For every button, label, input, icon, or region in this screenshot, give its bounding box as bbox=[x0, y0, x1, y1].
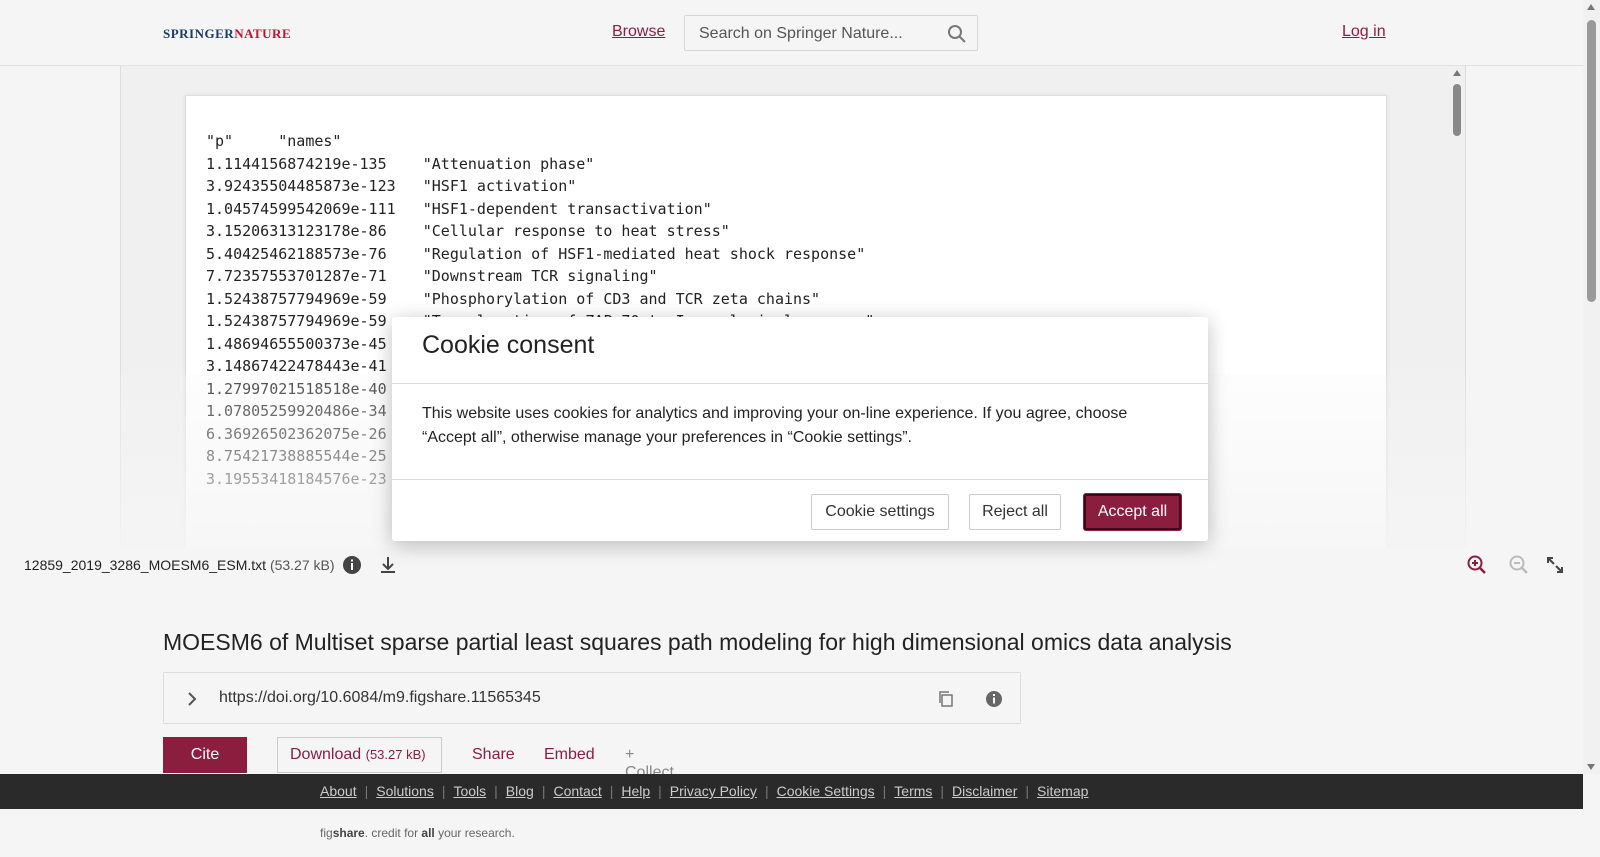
logo-nature: NATURE bbox=[234, 26, 292, 41]
login-link[interactable]: Log in bbox=[1342, 23, 1386, 41]
download-icon[interactable] bbox=[377, 554, 399, 576]
footer-separator: | bbox=[541, 783, 546, 799]
tag-end: your research. bbox=[434, 826, 515, 840]
file-name: 12859_2019_3286_MOESM6_ESM.txt (53.27 kB… bbox=[24, 557, 335, 573]
search-box[interactable]: Search on Springer Nature... bbox=[684, 15, 978, 51]
search-icon[interactable] bbox=[947, 24, 967, 44]
browse-link[interactable]: Browse bbox=[612, 23, 665, 41]
divider bbox=[392, 479, 1208, 480]
doi-link[interactable]: https://doi.org/10.6084/m9.figshare.1156… bbox=[219, 689, 541, 707]
tag-share: share bbox=[332, 826, 365, 840]
footer-separator: | bbox=[1025, 783, 1030, 799]
footer-separator: | bbox=[441, 783, 446, 799]
document-line: 5.40425462188573e-76 "Regulation of HSF1… bbox=[206, 244, 866, 263]
dialog-title: Cookie consent bbox=[422, 331, 595, 359]
divider bbox=[392, 383, 1208, 384]
document-line: 3.92435504485873e-123 "HSF1 activation" bbox=[206, 177, 577, 195]
file-bar: 12859_2019_3286_MOESM6_ESM.txt (53.27 kB… bbox=[0, 548, 1583, 582]
footer-link-contact[interactable]: Contact bbox=[553, 783, 601, 799]
document-line: 3.15206313123178e-86 "Cellular response … bbox=[206, 222, 730, 240]
footer-separator: | bbox=[609, 783, 614, 799]
zoom-in-icon[interactable] bbox=[1466, 554, 1488, 576]
footer-separator: | bbox=[658, 783, 662, 799]
footer-separator: | bbox=[494, 783, 498, 799]
download-button[interactable]: Download (53.27 kB) bbox=[277, 737, 442, 773]
accept-all-button[interactable]: Accept all bbox=[1084, 494, 1181, 530]
page-scroll-thumb[interactable] bbox=[1587, 20, 1596, 302]
reject-all-button[interactable]: Reject all bbox=[969, 494, 1061, 530]
cite-button[interactable]: Cite bbox=[163, 737, 247, 773]
zoom-out-icon[interactable] bbox=[1508, 554, 1530, 576]
document-line: 7.72357553701287e-71 "Downstream TCR sig… bbox=[206, 267, 658, 285]
site-header: SPRINGERNATURE Browse Search on Springer… bbox=[0, 0, 1583, 66]
footer-link-solutions[interactable]: Solutions bbox=[376, 783, 434, 799]
search-input[interactable]: Search on Springer Nature... bbox=[699, 25, 903, 43]
item-details: MOESM6 of Multiset sparse partial least … bbox=[0, 582, 1583, 781]
share-button[interactable]: Share bbox=[472, 746, 515, 764]
document-line: "p" "names" bbox=[206, 132, 342, 150]
tag-mid: . credit for bbox=[364, 826, 422, 840]
footer-link-terms[interactable]: Terms bbox=[894, 783, 932, 799]
figshare-tagline: figshare. credit for all your research. bbox=[320, 826, 515, 840]
footer-link-help[interactable]: Help bbox=[621, 783, 650, 799]
footer-separator: | bbox=[940, 783, 945, 799]
download-label: Download bbox=[290, 746, 362, 763]
cookie-settings-button[interactable]: Cookie settings bbox=[811, 494, 949, 530]
footer-separator: | bbox=[764, 783, 769, 799]
document-line: 1.1144156874219e-135 "Attenuation phase" bbox=[206, 154, 595, 173]
footer-separator: | bbox=[364, 783, 369, 799]
cookie-consent-dialog: Cookie consent This website uses cookies… bbox=[392, 317, 1208, 541]
info-icon[interactable] bbox=[341, 554, 363, 576]
document-line: 1.04574599542069e-111 "HSF1-dependent tr… bbox=[206, 199, 712, 218]
springer-nature-logo[interactable]: SPRINGERNATURE bbox=[163, 26, 291, 42]
document-line: 1.52438757794969e-59 "Phosphorylation of… bbox=[206, 289, 821, 308]
doi-box: https://doi.org/10.6084/m9.figshare.1156… bbox=[163, 672, 1021, 724]
embed-button[interactable]: Embed bbox=[544, 746, 595, 764]
footer-link-tools[interactable]: Tools bbox=[453, 783, 486, 799]
site-footer: About | Solutions | Tools | Blog | Contact | Help |… bbox=[0, 774, 1583, 809]
scroll-down-arrow-icon[interactable] bbox=[1587, 764, 1595, 770]
file-size: (53.27 kB) bbox=[269, 557, 335, 573]
footer-link-sitemap[interactable]: Sitemap bbox=[1037, 783, 1088, 799]
copy-icon[interactable] bbox=[936, 689, 956, 709]
download-size: (53.27 kB) bbox=[365, 747, 426, 762]
info-icon[interactable] bbox=[984, 689, 1004, 709]
tag-fig: fig bbox=[320, 826, 333, 840]
footer-link-disclaimer[interactable]: Disclaimer bbox=[952, 783, 1017, 799]
footer-link-blog[interactable]: Blog bbox=[506, 783, 534, 799]
footer-link-cookie-settings[interactable]: Cookie Settings bbox=[777, 783, 875, 799]
viewer-scrollbar[interactable] bbox=[1450, 70, 1464, 548]
viewer-scroll-thumb[interactable] bbox=[1453, 84, 1461, 136]
scroll-up-arrow-icon[interactable] bbox=[1587, 4, 1595, 10]
page-title: MOESM6 of Multiset sparse partial least … bbox=[163, 629, 1232, 655]
footer-links: About | Solutions | Tools | Blog | Contact | Help |… bbox=[320, 783, 1088, 799]
footer-separator: | bbox=[882, 783, 887, 799]
page-scrollbar[interactable] bbox=[1583, 0, 1600, 774]
tag-all: all bbox=[421, 826, 435, 840]
chevron-right-icon[interactable] bbox=[182, 689, 202, 709]
logo-springer: SPRINGER bbox=[163, 26, 235, 41]
fullscreen-icon[interactable] bbox=[1544, 554, 1566, 576]
footer-link-privacy-policy[interactable]: Privacy Policy bbox=[670, 783, 757, 799]
scroll-up-arrow-icon[interactable] bbox=[1453, 70, 1461, 76]
dialog-body: This website uses cookies for analytics … bbox=[422, 405, 1128, 446]
footer-link-about[interactable]: About bbox=[320, 783, 357, 799]
file-name-text: 12859_2019_3286_MOESM6_ESM.txt bbox=[24, 557, 267, 573]
